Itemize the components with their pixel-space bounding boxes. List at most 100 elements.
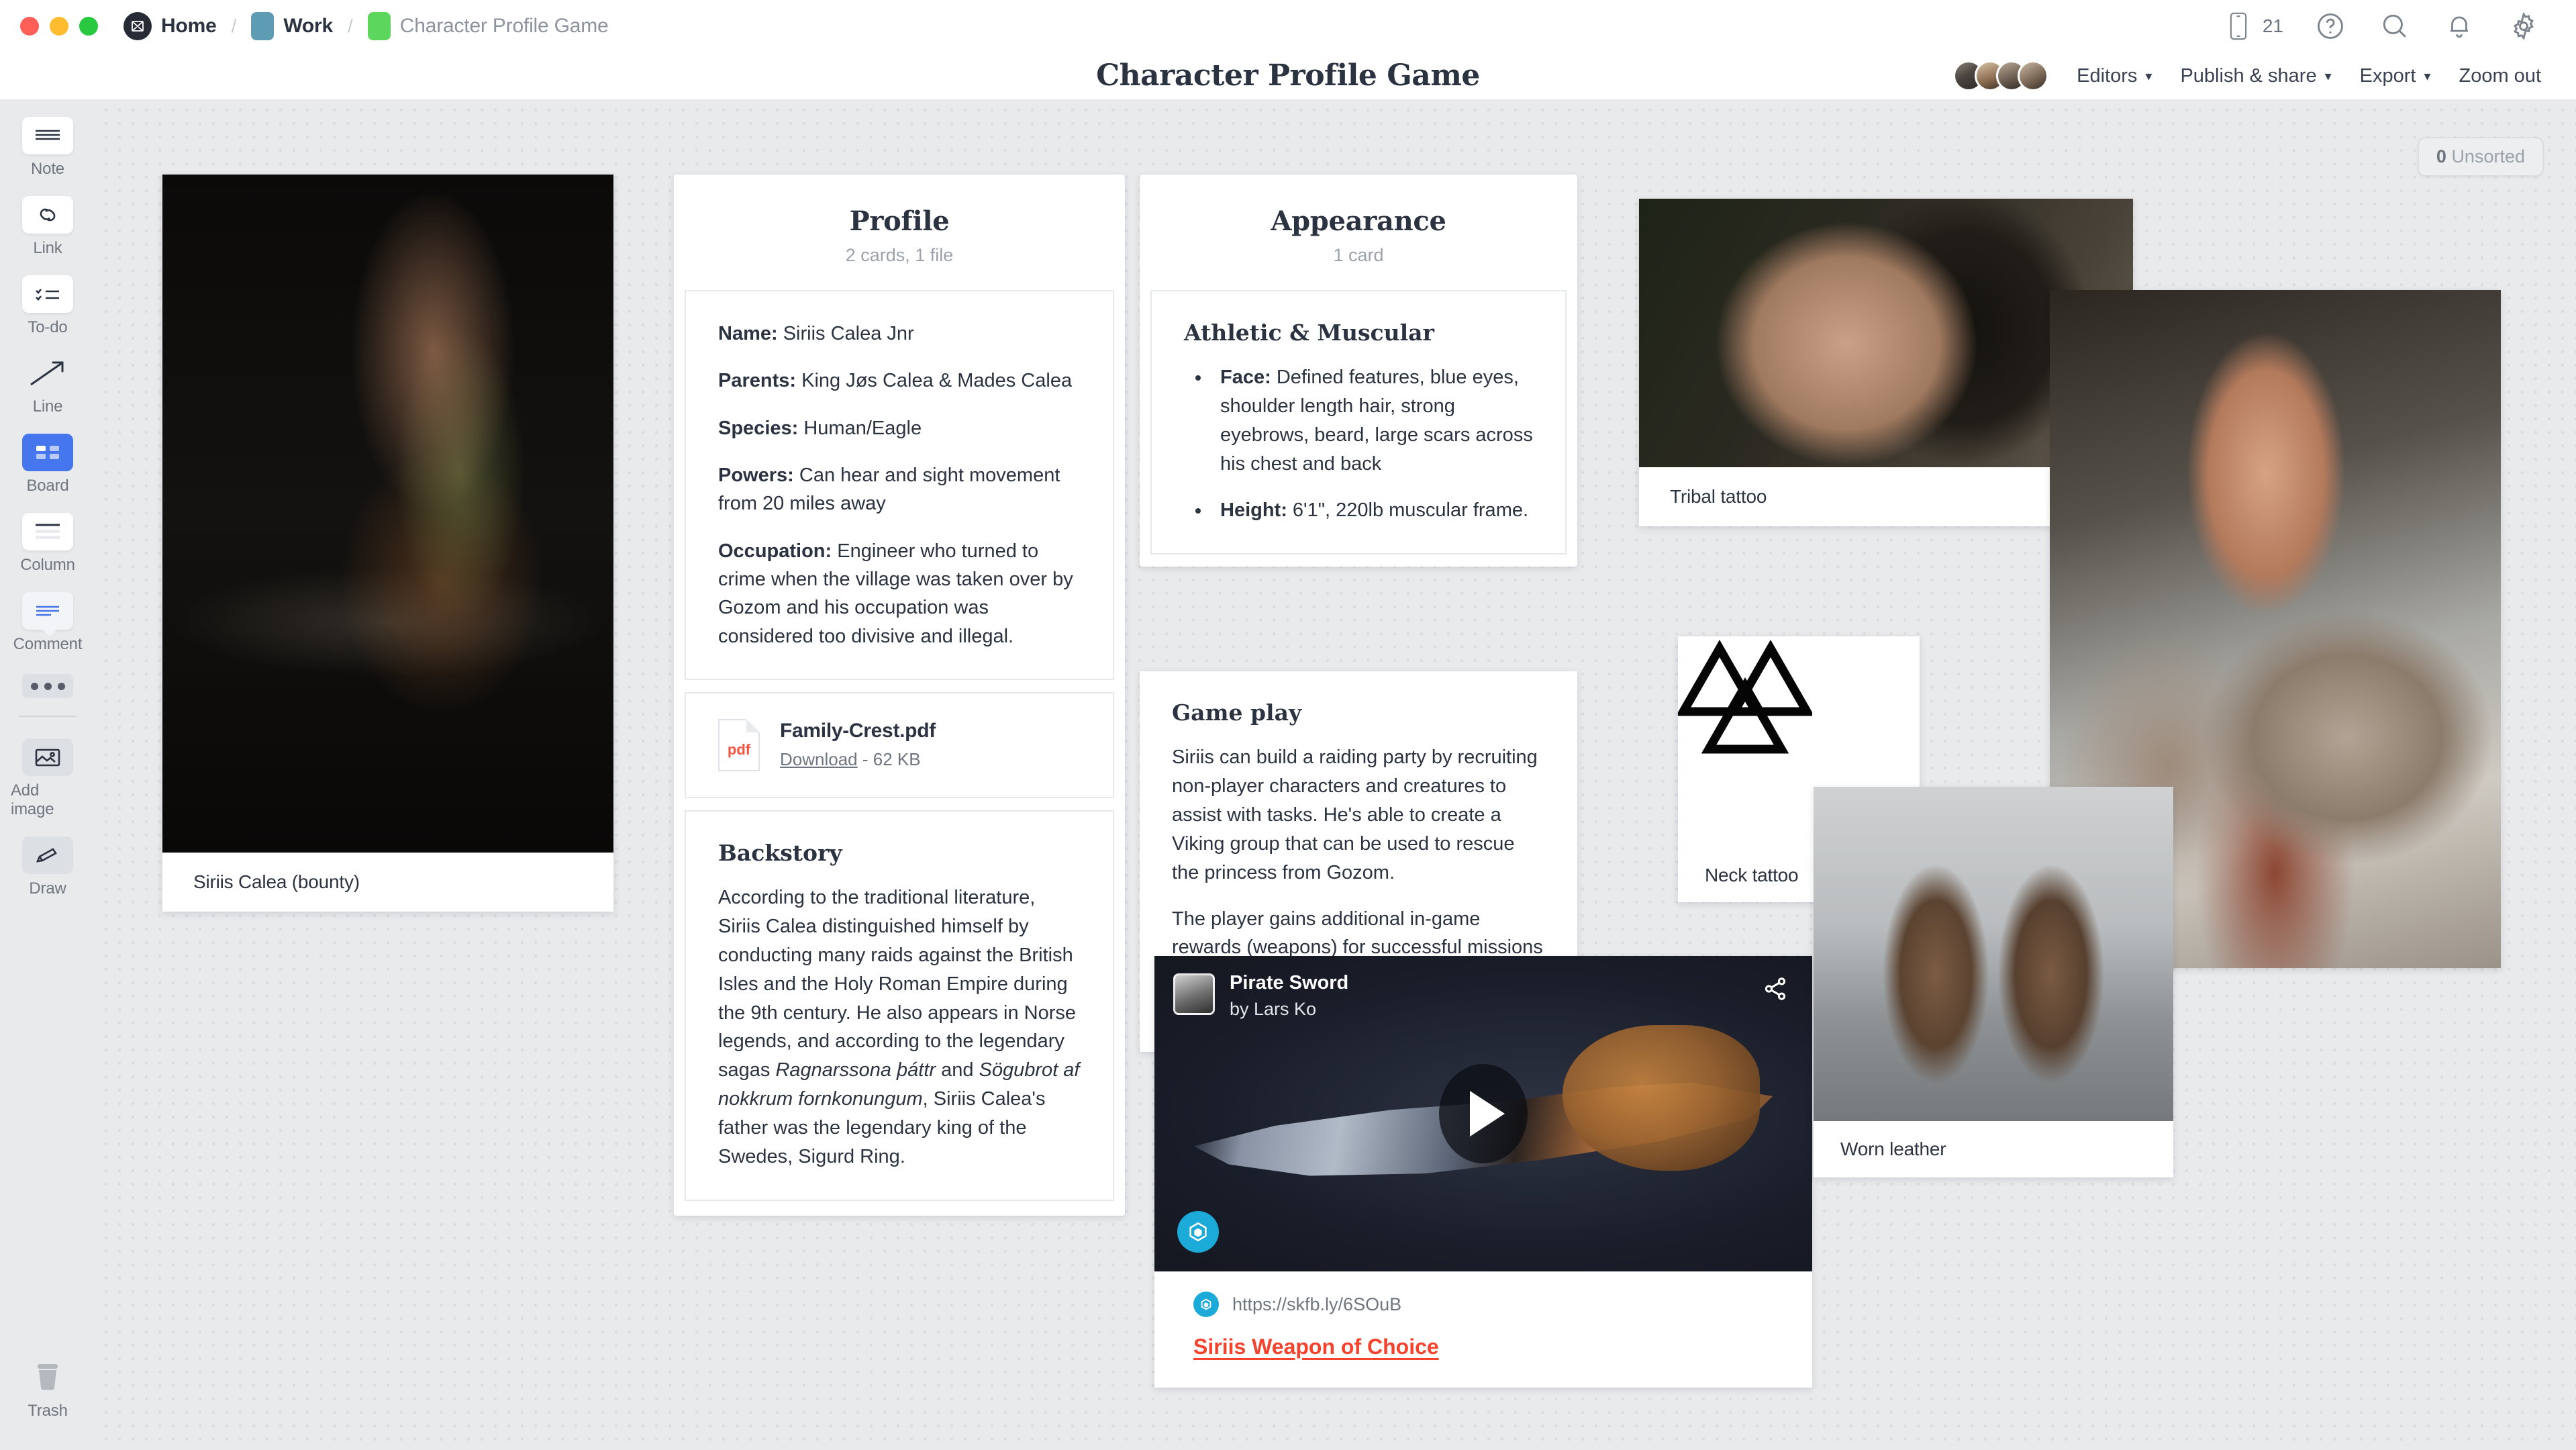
embed-url-text: https://skfb.ly/6SOuB — [1232, 1294, 1402, 1314]
embed-author: by Lars Ko — [1230, 999, 1317, 1019]
tool-todo[interactable]: To-do — [11, 275, 85, 337]
draw-pencil-icon — [22, 836, 73, 874]
avatar[interactable] — [2018, 60, 2049, 91]
valknut-icon — [1675, 639, 1815, 754]
breadcrumb-item-work[interactable]: Work — [247, 12, 337, 40]
breadcrumb-item-home[interactable]: Home — [119, 12, 221, 40]
tool-column[interactable]: Column — [11, 513, 85, 575]
tool-draw[interactable]: Draw — [11, 836, 85, 898]
appearance-heading: Athletic & Muscular — [1184, 320, 1434, 346]
tool-todo-label: To-do — [28, 318, 68, 336]
minimize-window-button[interactable] — [50, 17, 68, 36]
bounty-photo — [162, 175, 613, 853]
share-icon[interactable] — [1763, 976, 1788, 1005]
left-toolbar: Note Link To-do Line Board Column Commen… — [0, 99, 95, 1450]
breadcrumb-item-current[interactable]: Character Profile Game — [364, 12, 613, 40]
embed-media[interactable]: Pirate Sword by Lars Ko — [1154, 956, 1812, 1271]
breadcrumb-work-label: Work — [283, 15, 334, 37]
tool-add-image-label: Add image — [11, 781, 54, 818]
profile-title: Profile — [849, 205, 950, 237]
note-icon — [22, 117, 73, 154]
breadcrumb-separator-1: / — [231, 15, 237, 36]
tool-comment[interactable]: Comment — [11, 592, 85, 654]
maximize-window-button[interactable] — [79, 17, 98, 36]
close-window-button[interactable] — [20, 17, 39, 36]
gameplay-paragraph-1: Siriis can build a raiding party by recr… — [1172, 746, 1538, 883]
search-icon[interactable] — [2377, 9, 2412, 44]
tool-line[interactable]: Line — [11, 354, 85, 416]
profile-fields-card[interactable]: Name: Siriis Calea Jnr Parents: King Jøs… — [685, 290, 1114, 680]
zoom-out-button[interactable]: Zoom out — [2459, 65, 2542, 87]
tool-trash-label: Trash — [28, 1402, 68, 1420]
tool-note-label: Note — [31, 160, 64, 178]
appearance-title: Appearance — [1271, 205, 1446, 237]
publish-share-button[interactable]: Publish & share ▾ — [2180, 65, 2331, 87]
play-triangle-icon — [1470, 1091, 1505, 1137]
tool-link[interactable]: Link — [11, 196, 85, 258]
bullet-key: Face: — [1220, 367, 1271, 388]
image-card-worn-leather[interactable]: Worn leather — [1814, 787, 2173, 1177]
editors-button[interactable]: Editors ▾ — [2077, 65, 2152, 87]
board-header: Character Profile Game Editors ▾ Publish… — [0, 52, 2576, 99]
editor-avatars[interactable] — [1953, 60, 2049, 91]
export-label: Export — [2359, 64, 2416, 87]
bullet-key: Height: — [1220, 499, 1287, 521]
backstory-saga-one: Ragnarssona þáttr — [775, 1059, 936, 1081]
board-icon — [22, 434, 73, 471]
unsorted-count: 0 — [2436, 146, 2446, 166]
appearance-header: Appearance 1 card — [1140, 175, 1577, 290]
breadcrumb: Home / Work / Character Profile Game — [119, 12, 613, 40]
profile-field-species: Species: Human/Eagle — [718, 414, 1081, 442]
line-icon — [22, 354, 73, 392]
gear-icon[interactable] — [2506, 9, 2541, 44]
tool-line-label: Line — [32, 397, 63, 416]
export-button[interactable]: Export ▾ — [2360, 65, 2431, 87]
profile-subtitle: 2 cards, 1 file — [845, 245, 954, 265]
topbar-actions: 21 — [2221, 9, 2541, 44]
more-tools-button[interactable] — [22, 674, 73, 698]
milanote-logo-icon — [123, 12, 152, 40]
download-link[interactable]: Download — [780, 749, 858, 769]
appearance-bullet-face: Face: Defined features, blue eyes, shoul… — [1211, 363, 1533, 479]
tool-note[interactable]: Note — [11, 117, 85, 179]
backstory-mid: and — [936, 1059, 979, 1081]
backstory-text: According to the traditional literature,… — [718, 883, 1081, 1171]
appearance-bullet-height: Height: 6'1", 220lb muscular frame. — [1211, 496, 1533, 525]
backstory-pre: According to the traditional literature,… — [718, 886, 1077, 1081]
tool-board-label: Board — [26, 477, 69, 495]
column-appearance[interactable]: Appearance 1 card Athletic & Muscular Fa… — [1140, 175, 1577, 567]
profile-field-occupation: Occupation: Engineer who turned to crime… — [718, 537, 1081, 650]
profile-field-parents: Parents: King Jøs Calea & Mades Calea — [718, 367, 1081, 395]
tool-add-image[interactable]: Add image — [11, 738, 85, 819]
editors-label: Editors — [2077, 64, 2138, 87]
help-icon[interactable] — [2313, 9, 2348, 44]
tool-draw-label: Draw — [29, 879, 66, 898]
embed-card-pirate-sword[interactable]: Pirate Sword by Lars Ko https://skfb.ly/… — [1154, 956, 1812, 1388]
zoom-out-label: Zoom out — [2459, 64, 2542, 87]
window-controls[interactable] — [20, 17, 98, 36]
embed-link[interactable]: Siriis Weapon of Choice — [1193, 1335, 1439, 1359]
breadcrumb-home-label: Home — [161, 15, 217, 37]
tool-trash[interactable]: Trash — [11, 1359, 85, 1420]
sketchfab-badge-icon — [1177, 1211, 1219, 1253]
breadcrumb-separator-2: / — [348, 15, 353, 36]
column-profile[interactable]: Profile 2 cards, 1 file Name: Siriis Cal… — [674, 175, 1125, 1216]
field-key: Parents: — [718, 370, 797, 392]
appearance-card[interactable]: Athletic & Muscular Face: Defined featur… — [1150, 290, 1567, 554]
file-card[interactable]: pdf Family-Crest.pdf Download - 62 KB — [685, 691, 1114, 798]
bell-icon[interactable] — [2442, 9, 2477, 44]
mobile-devices-button[interactable]: 21 — [2221, 9, 2283, 44]
toolbar-divider — [19, 716, 77, 717]
appearance-bullet-list: Face: Defined features, blue eyes, shoul… — [1184, 363, 1533, 525]
field-key: Powers: — [718, 464, 794, 486]
board-canvas[interactable]: 0 Unsorted Siriis Calea (bounty) Profile… — [95, 99, 2576, 1450]
image-card-bounty[interactable]: Siriis Calea (bounty) — [162, 175, 613, 912]
backstory-heading: Backstory — [718, 839, 842, 866]
tool-board[interactable]: Board — [11, 434, 85, 495]
worn-leather-photo — [1814, 787, 2173, 1121]
unsorted-badge[interactable]: 0 Unsorted — [2417, 137, 2544, 177]
play-button[interactable] — [1439, 1064, 1528, 1163]
board-actions: Editors ▾ Publish & share ▾ Export ▾ Zoo… — [1953, 52, 2541, 99]
backstory-card[interactable]: Backstory According to the traditional l… — [685, 810, 1114, 1202]
field-key: Name: — [718, 323, 778, 344]
